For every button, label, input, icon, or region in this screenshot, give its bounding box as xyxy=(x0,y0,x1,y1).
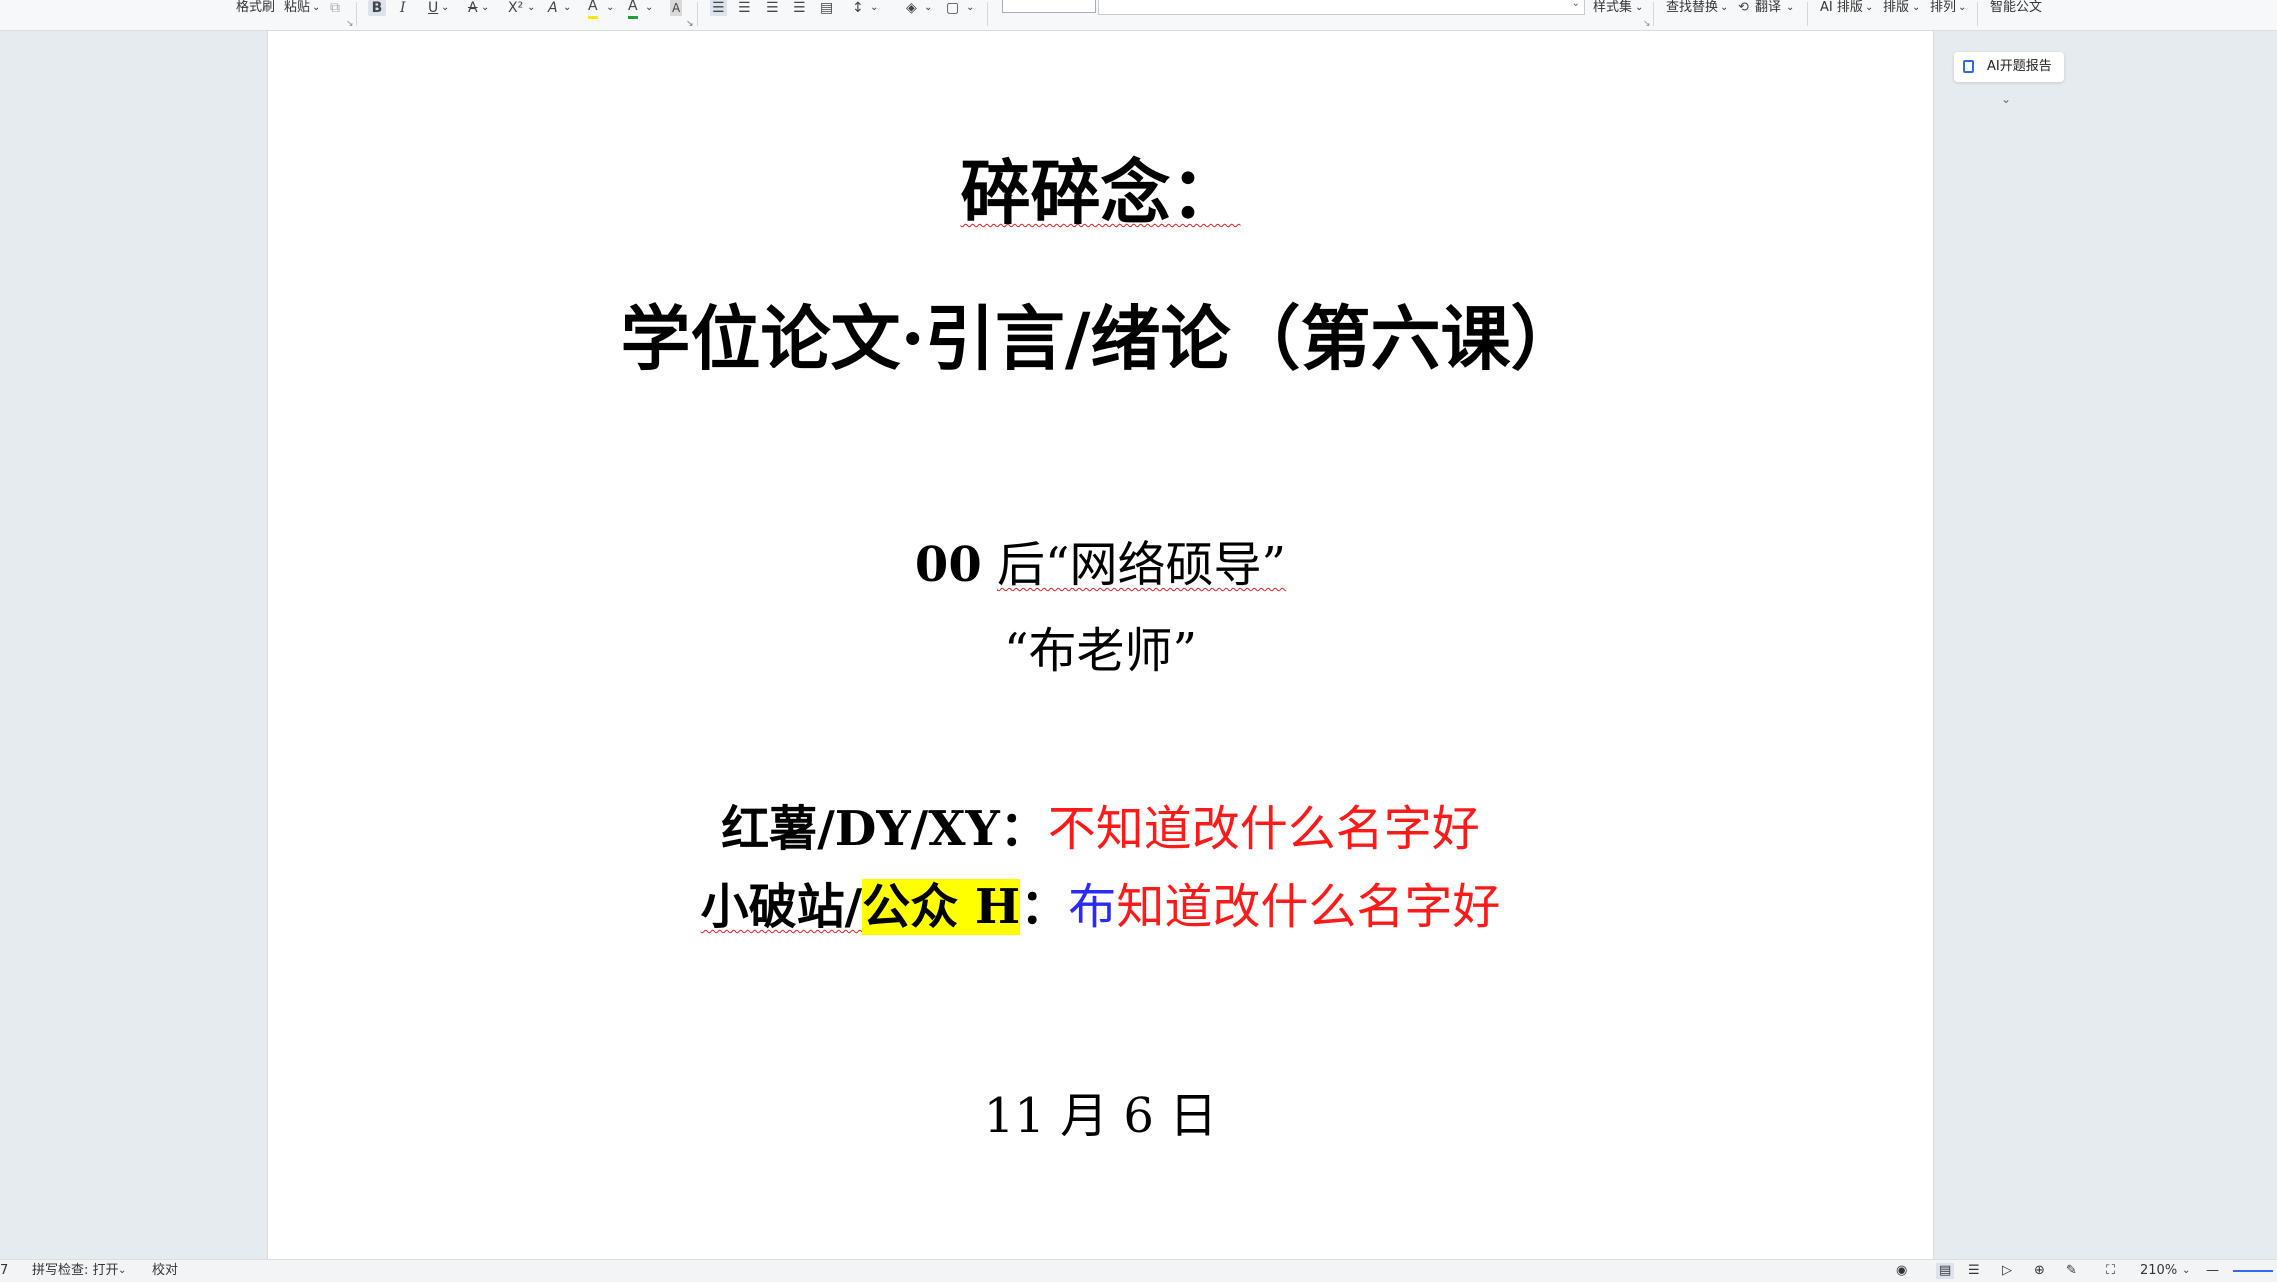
spell-check-toggle[interactable]: 拼写检查: 打开 xyxy=(32,1263,119,1279)
style-gallery[interactable]: ⌄ xyxy=(1098,0,1585,15)
layout-button[interactable]: 排版 xyxy=(1883,0,1909,16)
superscript-dropdown-icon[interactable]: ⌄ xyxy=(527,0,535,16)
author-line-1-bold: 00 xyxy=(914,537,982,593)
translate-button[interactable]: 翻译 xyxy=(1755,0,1781,16)
social-line-2-label-a: 小破站/ xyxy=(700,879,863,935)
style-gallery-dropdown-icon[interactable]: ⌄ xyxy=(1572,0,1580,9)
toolbar-divider xyxy=(356,2,357,26)
highlight-dropdown-icon[interactable]: ⌄ xyxy=(606,0,614,16)
pen-icon[interactable]: ✎ xyxy=(2066,1263,2077,1279)
line-spacing-icon[interactable]: ↕ xyxy=(852,0,864,16)
paste-button[interactable]: 粘贴 xyxy=(284,0,310,16)
author-line-2: “布老师” xyxy=(1003,623,1198,679)
ai-report-button[interactable]: AI开题报告 xyxy=(1954,52,2064,82)
format-painter-button[interactable]: 格式刷 xyxy=(236,0,275,16)
ai-report-label: AI开题报告 xyxy=(1987,59,2052,74)
title-line-2: 学位论文·引言/绪论（第六课） xyxy=(620,297,1581,380)
superscript-button[interactable]: X² xyxy=(508,0,523,16)
zoom-dropdown-icon[interactable]: ⌄ xyxy=(2182,1263,2190,1279)
eye-protection-icon[interactable]: ◉ xyxy=(1896,1263,1907,1279)
style-preview-box[interactable] xyxy=(1002,0,1096,13)
zoom-out-button[interactable]: — xyxy=(2206,1263,2219,1279)
justify-icon[interactable]: ☰ xyxy=(793,0,806,16)
toolbar-divider xyxy=(697,2,698,26)
align-right-icon[interactable]: ☰ xyxy=(766,0,779,16)
arrange-button[interactable]: 排列 xyxy=(1930,0,1956,16)
style-set-dropdown-icon[interactable]: ⌄ xyxy=(1635,0,1643,16)
social-line-2: 小破站/公众 H：布知道改什么名字好 xyxy=(268,870,1933,944)
status-bar: 7 拼写检查: 打开 ⌄ 校对 ◉ ▤ ☰ ▷ ⊕ ✎ ⛶ 210% ⌄ — xyxy=(0,1259,2277,1282)
underline-button[interactable]: U xyxy=(428,0,438,16)
translate-dropdown-icon[interactable]: ⌄ xyxy=(1786,0,1794,16)
arrange-dropdown-icon[interactable]: ⌄ xyxy=(1958,0,1966,16)
distributed-align-icon[interactable]: ▤ xyxy=(820,0,833,16)
proofread-button[interactable]: 校对 xyxy=(152,1263,178,1279)
layout-dropdown-icon[interactable]: ⌄ xyxy=(1912,0,1920,16)
author-line-1: 00 后“网络硕导” xyxy=(268,535,1933,595)
title-line-1-text: 碎碎念： xyxy=(960,151,1241,234)
page-indicator[interactable]: 7 xyxy=(0,1263,8,1279)
paragraph-group-launcher-icon[interactable]: ↘ xyxy=(686,19,694,29)
web-view-icon[interactable]: ⊕ xyxy=(2034,1263,2045,1279)
clipboard-icon: ⧉ xyxy=(330,0,340,16)
expand-pane-icon[interactable]: ⌄ xyxy=(2001,92,2011,106)
border-dropdown-icon[interactable]: ⌄ xyxy=(966,0,974,16)
text-effect-dropdown-icon[interactable]: ⌄ xyxy=(563,0,571,16)
style-set-button[interactable]: 样式集 xyxy=(1593,0,1632,16)
social-line-2-colon: ： xyxy=(1020,879,1069,935)
date-line: 11 月 6 日 xyxy=(983,1088,1218,1144)
underline-dropdown-icon[interactable]: ⌄ xyxy=(441,0,449,16)
ai-layout-dropdown-icon[interactable]: ⌄ xyxy=(1865,0,1873,16)
toolbar-divider xyxy=(987,2,988,26)
ribbon-toolbar: 格式刷 粘贴 ⌄ ⧉ ↘ B I U ⌄ A ⌄ X² ⌄ A ⌄ A ⌄ A … xyxy=(0,0,2277,31)
title-line-1: 碎碎念： xyxy=(268,148,1933,238)
toolbar-divider xyxy=(1977,2,1978,26)
zoom-slider[interactable] xyxy=(2233,1270,2273,1272)
spell-check-dropdown-icon[interactable]: ⌄ xyxy=(118,1263,126,1279)
clipboard-group-launcher-icon[interactable]: ↘ xyxy=(346,19,354,29)
clipboard-icon xyxy=(1963,60,1974,73)
translate-icon[interactable]: ⟲ xyxy=(1738,0,1749,16)
play-icon[interactable]: ▷ xyxy=(2002,1263,2012,1279)
style-group-launcher-icon[interactable]: ↘ xyxy=(1643,19,1651,29)
highlight-button[interactable]: A xyxy=(588,0,598,19)
strikethrough-button[interactable]: A xyxy=(468,0,478,16)
italic-button[interactable]: I xyxy=(400,0,406,16)
find-replace-button[interactable]: 查找替换 xyxy=(1666,0,1718,16)
char-shading-button[interactable]: A xyxy=(670,0,683,16)
shape-fill-icon[interactable]: ◈ xyxy=(906,0,917,16)
social-line-1: 红薯/DY/XY：不知道改什么名字好 xyxy=(268,796,1933,862)
page-view-icon[interactable]: ▤ xyxy=(1936,1263,1955,1279)
bold-button[interactable]: B xyxy=(368,0,386,16)
ai-layout-button[interactable]: AI 排版 xyxy=(1820,0,1863,16)
fit-page-icon[interactable]: ⛶ xyxy=(2106,1263,2115,1279)
outline-view-icon[interactable]: ☰ xyxy=(1968,1263,1980,1279)
font-color-button[interactable]: A xyxy=(628,0,638,19)
font-color-dropdown-icon[interactable]: ⌄ xyxy=(645,0,653,16)
author-line-1-rest: 后“网络硕导” xyxy=(996,537,1287,593)
align-left-icon[interactable]: ☰ xyxy=(710,0,727,16)
social-line-2-value: 知道改什么名字好 xyxy=(1116,879,1501,935)
paste-dropdown-icon[interactable]: ⌄ xyxy=(312,0,320,16)
shape-fill-dropdown-icon[interactable]: ⌄ xyxy=(924,0,932,16)
line-spacing-dropdown-icon[interactable]: ⌄ xyxy=(870,0,878,16)
social-line-2-blue: 布 xyxy=(1068,879,1117,935)
align-center-icon[interactable]: ☰ xyxy=(738,0,751,16)
text-effect-button[interactable]: A xyxy=(548,0,558,16)
social-line-2-label-highlight: 公众 H xyxy=(862,879,1021,935)
zoom-level[interactable]: 210% xyxy=(2140,1263,2177,1279)
toolbar-divider xyxy=(1807,2,1808,26)
social-line-1-label: 红薯/DY/XY： xyxy=(721,801,1048,857)
find-replace-dropdown-icon[interactable]: ⌄ xyxy=(1720,0,1728,16)
toolbar-divider xyxy=(1653,2,1654,26)
smart-doc-button[interactable]: 智能公文 xyxy=(1990,0,2042,16)
document-page[interactable]: 碎碎念： 学位论文·引言/绪论（第六课） 00 后“网络硕导” “布老师” 红薯… xyxy=(268,31,1933,1259)
border-icon[interactable]: ▢ xyxy=(946,0,959,16)
social-line-1-value: 不知道改什么名字好 xyxy=(1047,801,1480,857)
strikethrough-dropdown-icon[interactable]: ⌄ xyxy=(481,0,489,16)
